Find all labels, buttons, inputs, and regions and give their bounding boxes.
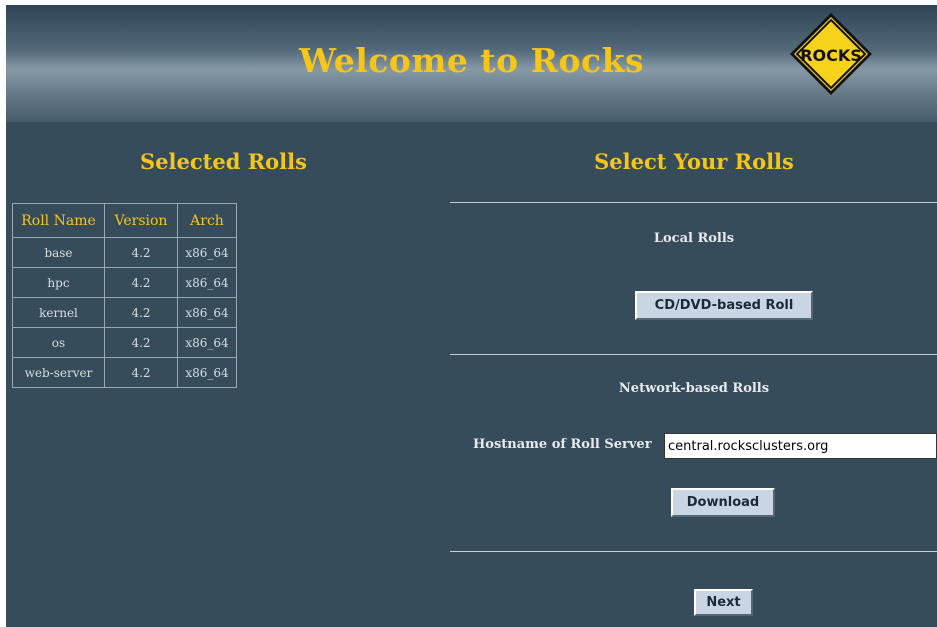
arch-cell: x86_64 — [177, 297, 237, 328]
svg-text:ROCKS: ROCKS — [800, 46, 862, 65]
roll-name-cell: os — [12, 327, 105, 358]
column-header-version: Version — [104, 203, 178, 238]
table-row: kernel 4.2 x86_64 — [12, 297, 237, 328]
local-rolls-label: Local Rolls — [653, 231, 735, 246]
divider — [450, 202, 937, 203]
table-row: os 4.2 x86_64 — [12, 327, 237, 358]
version-cell: 4.2 — [104, 297, 178, 328]
table-row: hpc 4.2 x86_64 — [12, 267, 237, 298]
version-cell: 4.2 — [104, 237, 178, 268]
arch-cell: x86_64 — [177, 327, 237, 358]
column-header-arch: Arch — [177, 203, 237, 238]
next-button[interactable]: Next — [694, 589, 753, 616]
divider — [450, 354, 937, 355]
roll-server-hostname-input[interactable] — [664, 433, 937, 459]
rocks-logo: ROCKS — [790, 13, 872, 95]
version-cell: 4.2 — [104, 267, 178, 298]
cd-dvd-roll-button[interactable]: CD/DVD-based Roll — [635, 291, 813, 320]
download-button[interactable]: Download — [671, 488, 775, 517]
arch-cell: x86_64 — [177, 237, 237, 268]
version-cell: 4.2 — [104, 327, 178, 358]
selected-rolls-heading: Selected Rolls — [140, 149, 307, 174]
arch-cell: x86_64 — [177, 267, 237, 298]
roll-name-cell: web-server — [12, 357, 105, 388]
table-row: base 4.2 x86_64 — [12, 237, 237, 268]
select-rolls-heading: Select Your Rolls — [594, 149, 794, 174]
arch-cell: x86_64 — [177, 357, 237, 388]
version-cell: 4.2 — [104, 357, 178, 388]
selected-rolls-table: Roll Name Version Arch base 4.2 x86_64 h… — [12, 203, 237, 388]
hostname-label: Hostname of Roll Server — [473, 437, 652, 452]
divider — [450, 551, 937, 552]
roll-name-cell: hpc — [12, 267, 105, 298]
roll-name-cell: kernel — [12, 297, 105, 328]
header-banner: Welcome to Rocks ROCKS — [6, 5, 937, 122]
roll-name-cell: base — [12, 237, 105, 268]
table-row: web-server 4.2 x86_64 — [12, 357, 237, 388]
network-rolls-label: Network-based Rolls — [618, 381, 770, 396]
installer-window: Welcome to Rocks ROCKS Selected Rolls Se… — [6, 5, 937, 627]
table-header-row: Roll Name Version Arch — [12, 203, 237, 238]
column-header-roll-name: Roll Name — [12, 203, 105, 238]
